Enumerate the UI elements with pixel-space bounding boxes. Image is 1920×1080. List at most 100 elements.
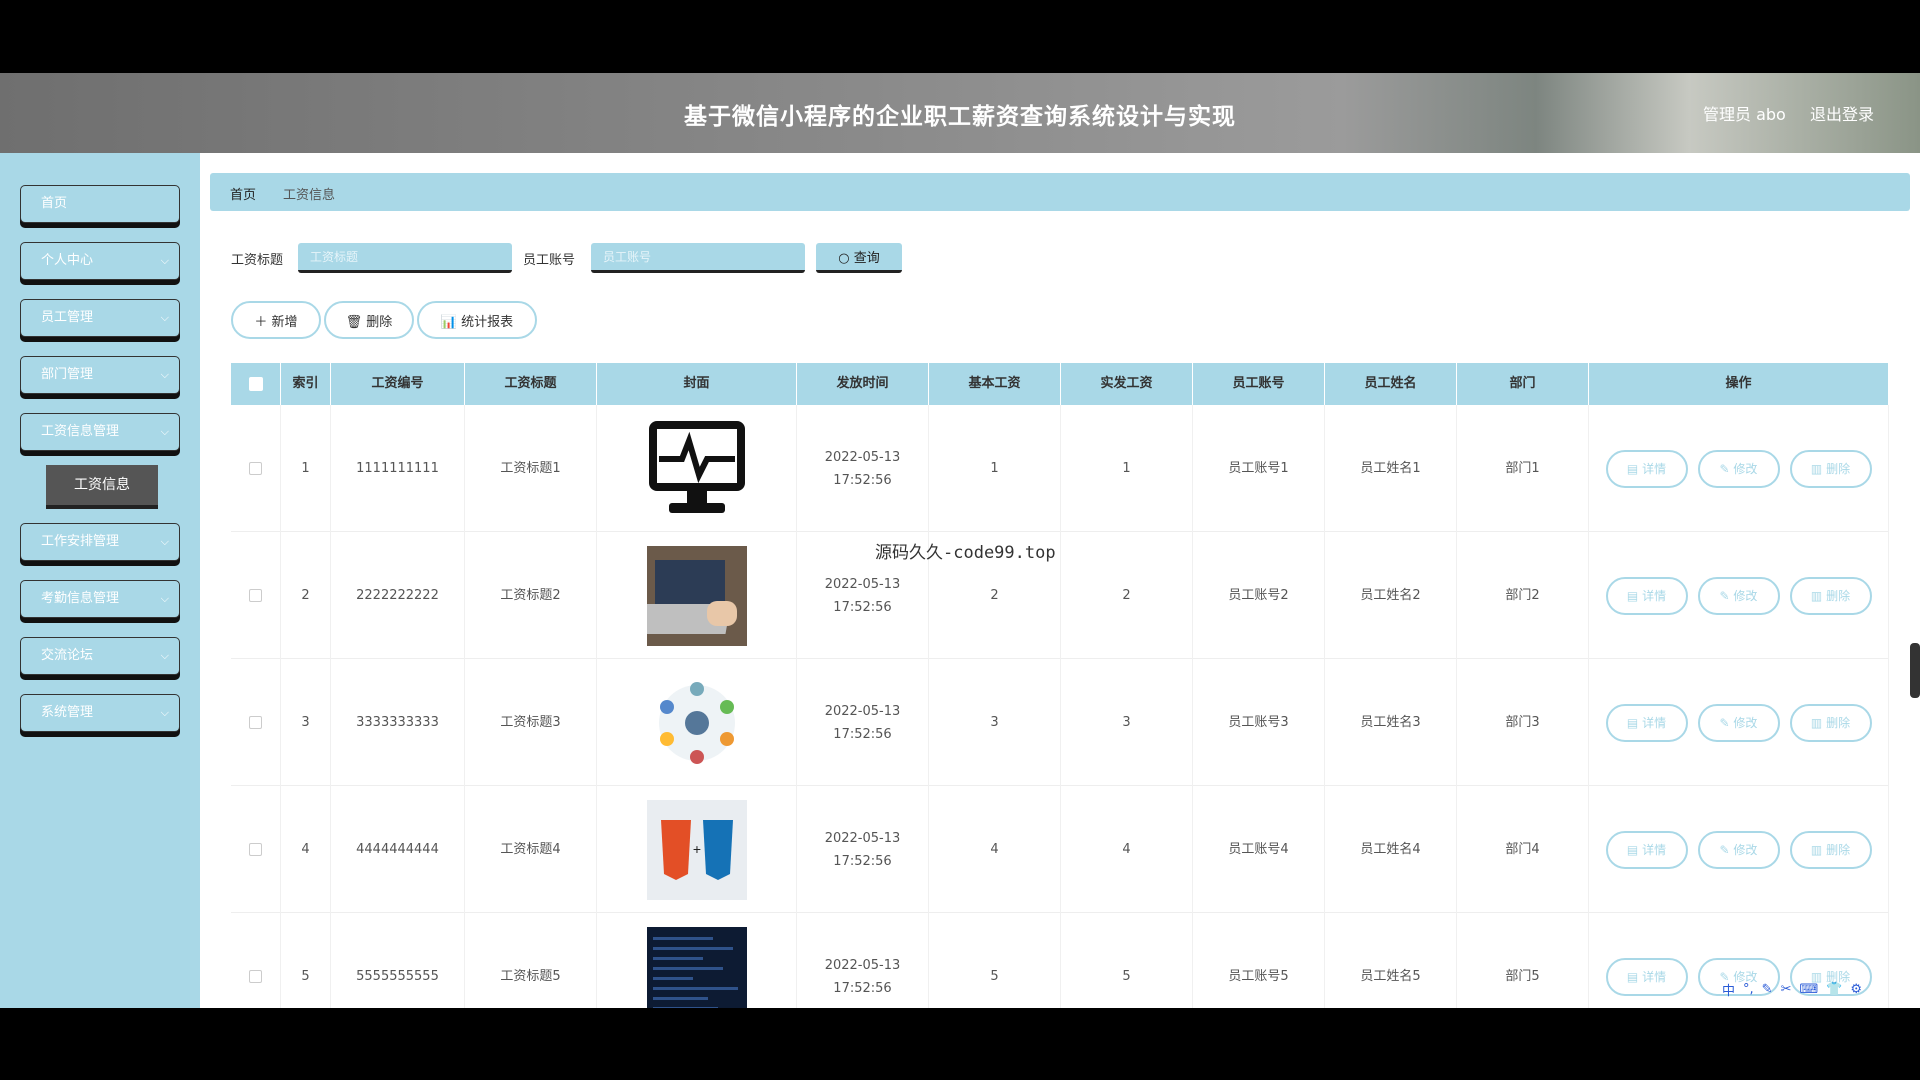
ime-toolbar: 中 °, ✎ ✂ ⌨ 👕 ⚙ — [1722, 976, 1920, 1002]
pencil-icon: ✎ — [1719, 716, 1734, 730]
cover-image — [597, 405, 797, 532]
delete-label: 删除 — [1826, 843, 1851, 857]
chevron-down-icon: ⌵ — [160, 706, 169, 719]
chevron-down-icon: ⌵ — [160, 592, 169, 605]
delete-row-button[interactable]: ▥ 删除 — [1789, 449, 1872, 488]
cell-dept: 部门4 — [1457, 786, 1589, 913]
detail-label: 详情 — [1642, 589, 1667, 603]
app-window: 基于微信小程序的企业职工薪资查询系统设计与实现 管理员 abo 退出登录 首页 … — [0, 73, 1920, 1008]
cover-image — [597, 659, 797, 786]
row-checkbox[interactable] — [249, 462, 262, 475]
cell-actual: 1 — [1061, 405, 1193, 532]
column-header: 基本工资 — [929, 363, 1061, 405]
row-actions: ▤ 详情 ✎ 修改 ▥ 删除 — [1589, 532, 1889, 659]
row-checkbox[interactable] — [249, 843, 262, 856]
detail-button[interactable]: ▤ 详情 — [1605, 703, 1688, 742]
select-all-cell[interactable] — [231, 363, 281, 405]
search-button[interactable]: ○ 查询 — [816, 243, 902, 273]
trash-icon: ▥ — [1810, 462, 1827, 476]
row-select-cell[interactable] — [231, 405, 281, 532]
row-checkbox[interactable] — [249, 716, 262, 729]
row-select-cell[interactable] — [231, 659, 281, 786]
sidebar-item-salary[interactable]: 工资信息管理 ⌵ — [20, 413, 180, 451]
detail-button[interactable]: ▤ 详情 — [1605, 449, 1688, 488]
cell-title: 工资标题1 — [465, 405, 597, 532]
sidebar-item-system[interactable]: 系统管理 ⌵ — [20, 694, 180, 732]
cell-no: 1111111111 — [331, 405, 465, 532]
search-icon: ○ — [838, 251, 854, 266]
column-header: 工资标题 — [465, 363, 597, 405]
sidebar-item-label: 员工管理 — [41, 310, 94, 325]
add-button[interactable]: ＋ 新增 — [231, 301, 321, 339]
delete-label: 删除 — [1826, 589, 1851, 603]
title-filter-label: 工资标题 — [231, 253, 284, 268]
detail-button[interactable]: ▤ 详情 — [1605, 576, 1688, 615]
row-actions: ▤ 详情 ✎ 修改 ▥ 删除 — [1589, 786, 1889, 913]
cell-actual: 2 — [1061, 532, 1193, 659]
cell-name: 员工姓名3 — [1325, 659, 1457, 786]
trash-icon: ▥ — [1810, 716, 1827, 730]
row-checkbox[interactable] — [249, 970, 262, 983]
user-label: 管理员 abo — [1703, 105, 1786, 124]
cover-image — [597, 532, 797, 659]
delete-button[interactable]: 🗑 删除 — [324, 301, 414, 339]
breadcrumb-home[interactable]: 首页 — [230, 184, 256, 203]
row-select-cell[interactable] — [231, 532, 281, 659]
report-button[interactable]: 📊 统计报表 — [417, 301, 537, 339]
sidebar: 首页 个人中心 ⌵ 员工管理 ⌵ 部门管理 ⌵ 工资信息管理 ⌵ 工资信息 工作安排管理… — [0, 153, 200, 1008]
ime-icon[interactable]: ✂ — [1781, 982, 1792, 997]
column-header: 操作 — [1589, 363, 1889, 405]
sidebar-subitem-salary-info[interactable]: 工资信息 — [46, 465, 158, 505]
cell-base: 3 — [929, 659, 1061, 786]
title-search-input[interactable] — [298, 243, 512, 273]
edit-button[interactable]: ✎ 修改 — [1697, 576, 1780, 615]
cell-account: 员工账号1 — [1193, 405, 1325, 532]
delete-row-button[interactable]: ▥ 删除 — [1789, 576, 1872, 615]
column-header: 封面 — [597, 363, 797, 405]
edit-button[interactable]: ✎ 修改 — [1697, 449, 1780, 488]
detail-button[interactable]: ▤ 详情 — [1605, 957, 1688, 996]
cell-name: 员工姓名2 — [1325, 532, 1457, 659]
sidebar-item-employees[interactable]: 员工管理 ⌵ — [20, 299, 180, 337]
chevron-down-icon: ⌵ — [160, 649, 169, 662]
account-search-input[interactable] — [591, 243, 805, 273]
ime-icon[interactable]: 中 — [1722, 980, 1735, 999]
cell-index: 1 — [281, 405, 331, 532]
table-row: 2 2222222222 工资标题2 2022-05-13 17:52:56 2 2 员工账… — [231, 532, 1889, 659]
column-header: 实发工资 — [1061, 363, 1193, 405]
ime-icon[interactable]: °, — [1743, 982, 1754, 997]
ime-icon[interactable]: ⌨ — [1799, 982, 1818, 997]
ime-icon[interactable]: ✎ — [1762, 982, 1773, 997]
table-row: 1 1111111111 工资标题1 2022-05-13 17:52:56 1 1 员工账… — [231, 405, 1889, 532]
cover-image — [597, 913, 797, 1008]
row-select-cell[interactable] — [231, 913, 281, 1008]
cell-actual: 4 — [1061, 786, 1193, 913]
sidebar-item-profile[interactable]: 个人中心 ⌵ — [20, 242, 180, 280]
table-header: 索引 工资编号 工资标题 封面 发放时间 基本工资 实发工资 员工账号 员工姓名… — [231, 363, 1889, 405]
detail-label: 详情 — [1642, 970, 1667, 984]
row-select-cell[interactable] — [231, 786, 281, 913]
edit-button[interactable]: ✎ 修改 — [1697, 703, 1780, 742]
select-all-checkbox[interactable] — [248, 377, 263, 391]
detail-button[interactable]: ▤ 详情 — [1605, 830, 1688, 869]
cell-name: 员工姓名4 — [1325, 786, 1457, 913]
sidebar-item-departments[interactable]: 部门管理 ⌵ — [20, 356, 180, 394]
column-header: 工资编号 — [331, 363, 465, 405]
cell-time: 2022-05-13 17:52:56 — [797, 913, 929, 1008]
sidebar-item-work-schedule[interactable]: 工作安排管理 ⌵ — [20, 523, 180, 561]
ime-icon[interactable]: 👕 — [1826, 982, 1842, 997]
sidebar-item-home[interactable]: 首页 — [20, 185, 180, 223]
sidebar-item-attendance[interactable]: 考勤信息管理 ⌵ — [20, 580, 180, 618]
cell-base: 1 — [929, 405, 1061, 532]
sidebar-item-forum[interactable]: 交流论坛 ⌵ — [20, 637, 180, 675]
row-checkbox[interactable] — [249, 589, 262, 602]
ime-icon[interactable]: ⚙ — [1850, 982, 1862, 997]
scrollbar-handle[interactable] — [1910, 643, 1920, 698]
logout-link[interactable]: 退出登录 — [1810, 101, 1874, 125]
delete-row-button[interactable]: ▥ 删除 — [1789, 830, 1872, 869]
detail-label: 详情 — [1642, 716, 1667, 730]
delete-row-button[interactable]: ▥ 删除 — [1789, 703, 1872, 742]
file-icon: ▤ — [1626, 716, 1643, 730]
edit-button[interactable]: ✎ 修改 — [1697, 830, 1780, 869]
cell-no: 3333333333 — [331, 659, 465, 786]
